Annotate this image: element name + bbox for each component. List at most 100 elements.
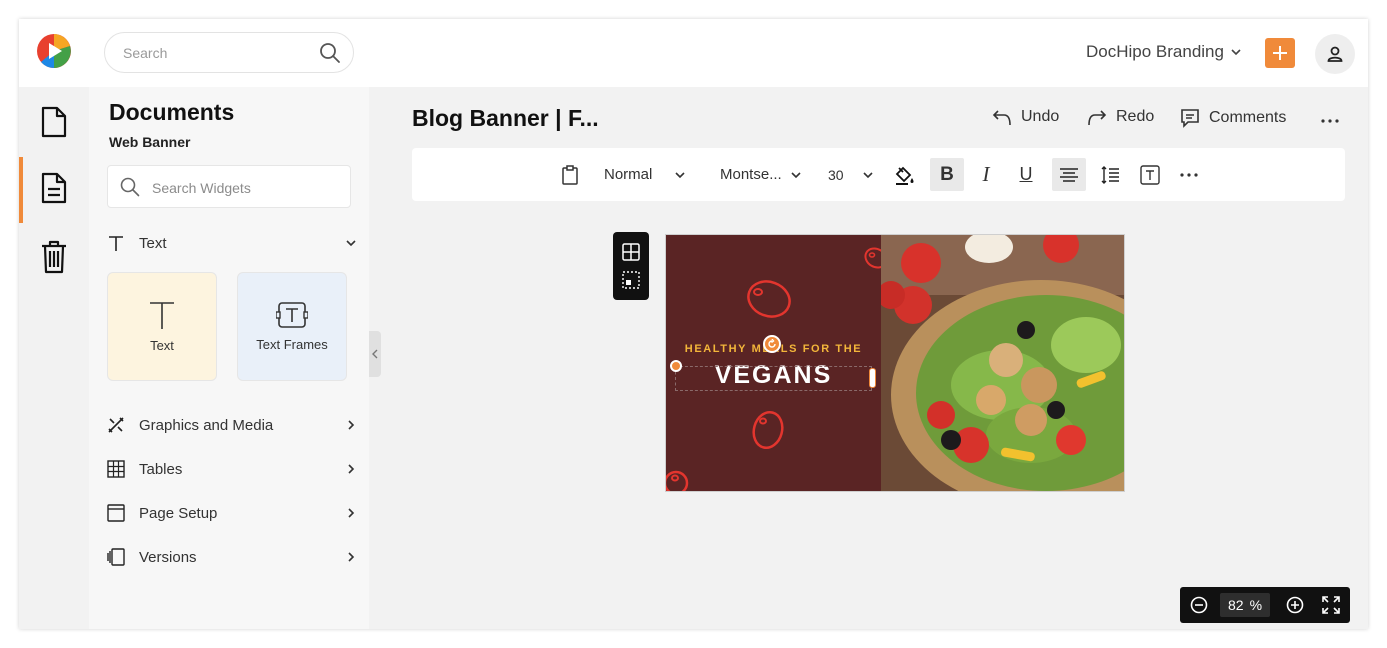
clipboard-icon [562, 164, 578, 185]
redo-button[interactable]: Redo [1087, 108, 1154, 126]
search-icon[interactable] [319, 42, 341, 64]
font-size-value: 30 [828, 166, 844, 183]
font-family-value: Montse... [720, 166, 782, 183]
chevron-down-icon [346, 240, 356, 247]
chevron-down-icon [675, 171, 685, 178]
widget-search-input[interactable]: Search Widgets [107, 165, 351, 208]
selection-box [675, 366, 872, 391]
resize-handle-right[interactable] [869, 368, 876, 388]
trash-icon [42, 240, 66, 274]
canvas-side-tools [613, 232, 649, 300]
app-window: Search DocHipo Branding Documents Web Ba… [19, 19, 1368, 629]
font-family-select[interactable]: Montse... [720, 148, 802, 201]
comments-button[interactable]: Comments [1180, 108, 1286, 128]
chevron-right-icon [348, 464, 355, 474]
chevron-down-icon [791, 171, 801, 178]
format-toolbar: Normal Montse... 30 B I U [412, 148, 1345, 201]
chevron-down-icon [863, 171, 873, 178]
graphics-icon [108, 417, 124, 433]
section-text-label: Text [139, 234, 167, 252]
font-size-select[interactable]: 30 [828, 148, 874, 201]
undo-button[interactable]: Undo [992, 108, 1059, 126]
rail-item-trash[interactable] [19, 224, 89, 290]
section-page-setup-label: Page Setup [139, 504, 218, 522]
comments-label: Comments [1209, 109, 1287, 126]
text-t-icon [109, 236, 123, 251]
undo-icon [992, 110, 1011, 126]
undo-label: Undo [1021, 108, 1060, 125]
more-options-button[interactable] [1320, 110, 1340, 130]
section-page-setup[interactable]: Page Setup [107, 501, 357, 525]
rail-item-document-detail[interactable] [19, 155, 89, 223]
italic-button[interactable]: I [975, 148, 997, 201]
panel-subtitle: Web Banner [109, 134, 191, 150]
brand-label: DocHipo Branding [1086, 42, 1224, 61]
zoom-unit: % [1249, 597, 1263, 613]
zoom-in-icon[interactable] [1286, 596, 1304, 614]
plus-icon [1273, 46, 1287, 60]
section-tables-label: Tables [139, 460, 183, 478]
versions-icon [107, 548, 125, 566]
top-search-input[interactable]: Search [104, 32, 354, 73]
text-style-select[interactable]: Normal [604, 148, 686, 201]
salad-image [881, 235, 1124, 491]
brand-selector[interactable]: DocHipo Branding [1086, 42, 1242, 62]
section-versions-label: Versions [139, 548, 197, 566]
text-frame-icon [276, 302, 308, 328]
fullscreen-icon[interactable] [1322, 596, 1340, 614]
align-center-button[interactable] [1052, 158, 1086, 191]
toolbar-more-button[interactable] [1178, 148, 1200, 201]
zoom-control: 82 % [1180, 587, 1350, 623]
underline-button[interactable]: U [1015, 148, 1037, 201]
align-center-icon [1060, 167, 1078, 182]
tomato-doodle-icon [666, 470, 689, 491]
text-box-icon [1140, 164, 1160, 185]
dochipo-logo-icon[interactable] [35, 32, 73, 70]
line-spacing-button[interactable] [1099, 148, 1121, 201]
section-graphics-label: Graphics and Media [139, 416, 274, 434]
line-spacing-icon [1101, 165, 1119, 184]
section-tables[interactable]: Tables [107, 457, 357, 481]
rail-item-documents[interactable] [19, 89, 89, 155]
chevron-right-icon [348, 420, 355, 430]
page-setup-icon [107, 504, 125, 522]
text-frame-button[interactable] [1139, 148, 1161, 201]
fill-color-button[interactable] [887, 148, 921, 201]
widget-text-frames-label: Text Frames [256, 337, 328, 352]
zoom-level[interactable]: 82 % [1220, 593, 1270, 617]
tomato-doodle-icon [752, 410, 784, 450]
user-icon [1327, 46, 1343, 62]
section-versions[interactable]: Versions [107, 545, 357, 569]
rotate-handle[interactable] [763, 335, 781, 353]
section-text[interactable]: Text [107, 231, 357, 255]
table-icon [107, 460, 125, 478]
paste-format-button[interactable] [561, 148, 579, 201]
resize-handle-left[interactable] [670, 360, 682, 372]
top-bar: Search DocHipo Branding [19, 19, 1368, 87]
file-text-icon [41, 172, 67, 204]
redo-icon [1088, 110, 1107, 126]
chevron-right-icon [348, 552, 355, 562]
user-menu-button[interactable] [1315, 34, 1355, 74]
panel-collapse-toggle[interactable] [369, 331, 381, 377]
chevron-right-icon [348, 508, 355, 518]
chevron-down-icon [1231, 49, 1241, 56]
bold-button[interactable]: B [930, 158, 964, 191]
search-icon [120, 177, 140, 197]
widget-search-placeholder: Search Widgets [152, 180, 251, 196]
grid-icon[interactable] [622, 242, 640, 261]
design-canvas[interactable]: HEALTHY MEALS FOR THE VEGANS [665, 234, 1125, 492]
widget-text-frames[interactable]: Text Frames [237, 272, 347, 381]
create-button[interactable] [1265, 38, 1295, 68]
salad-photo[interactable] [881, 235, 1124, 491]
rotate-icon [768, 339, 776, 348]
section-graphics-and-media[interactable]: Graphics and Media [107, 413, 357, 437]
more-horizontal-icon [1321, 119, 1339, 123]
tomato-doodle-icon [747, 280, 791, 318]
widgets-panel: Documents Web Banner Search Widgets Text… [89, 87, 369, 629]
widget-text[interactable]: Text [107, 272, 217, 381]
zoom-out-icon[interactable] [1190, 596, 1208, 614]
select-area-icon[interactable] [622, 271, 640, 290]
paint-bucket-icon [895, 166, 914, 185]
document-title[interactable]: Blog Banner | F... [412, 105, 599, 132]
